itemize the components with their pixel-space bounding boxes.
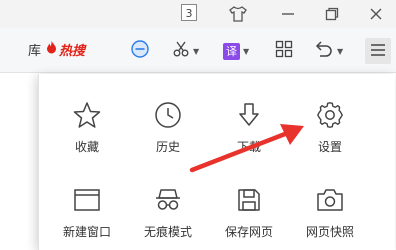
minus-circle-button[interactable] (130, 40, 150, 62)
menu-item-label: 新建窗口 (62, 225, 111, 239)
new-window-icon (52, 185, 122, 215)
clock-icon (133, 100, 203, 130)
minus-circle-icon (130, 39, 150, 63)
scissors-icon (172, 40, 190, 62)
chevron-down-icon[interactable]: ▼ (193, 47, 199, 56)
chevron-down-icon[interactable]: ▼ (243, 47, 249, 56)
flame-icon (46, 41, 57, 58)
menu-item-save-page[interactable]: 保存网页 (214, 185, 284, 240)
chevron-down-icon[interactable]: ▼ (337, 47, 343, 56)
undo-icon (314, 40, 334, 62)
save-icon (214, 185, 284, 215)
menu-item-label: 设置 (317, 140, 342, 154)
apps-grid-button[interactable] (275, 40, 293, 62)
menu-item-label: 保存网页 (224, 225, 273, 239)
camera-icon (295, 185, 365, 215)
hot-search-link[interactable]: 热搜 (46, 40, 85, 59)
truncated-text: 库 (28, 44, 42, 59)
hamburger-menu-icon (370, 42, 386, 61)
scissors-button[interactable]: ▼ (172, 40, 199, 62)
translate-button[interactable]: 译 ▼ (223, 40, 249, 62)
tab-count-badge[interactable]: 3 (181, 4, 197, 21)
menu-item-label: 历史 (155, 140, 180, 154)
incognito-icon (133, 185, 203, 215)
main-menu-button[interactable] (365, 38, 391, 64)
menu-item-settings[interactable]: 设置 (295, 100, 365, 155)
menu-item-label: 网页快照 (305, 225, 354, 239)
menu-item-history[interactable]: 历史 (133, 100, 203, 155)
restore-icon[interactable] (318, 0, 346, 28)
menu-item-incognito[interactable]: 无痕模式 (133, 185, 203, 240)
minimize-icon[interactable] (274, 0, 302, 28)
gear-icon (295, 100, 365, 130)
menu-item-snapshot[interactable]: 网页快照 (295, 185, 365, 240)
translate-icon: 译 (223, 42, 240, 60)
star-icon (52, 100, 122, 130)
menu-item-download[interactable]: 下载 (214, 100, 284, 155)
menu-item-label: 收藏 (74, 140, 99, 154)
undo-button[interactable]: ▼ (314, 40, 343, 62)
download-icon (214, 100, 284, 130)
skin-icon[interactable] (224, 0, 252, 28)
close-icon[interactable] (362, 0, 390, 28)
menu-item-new-window[interactable]: 新建窗口 (52, 185, 122, 240)
menu-item-favorites[interactable]: 收藏 (52, 100, 122, 155)
title-bar: 3 (0, 0, 396, 28)
hot-search-label: 热搜 (59, 44, 86, 59)
menu-item-label: 无痕模式 (143, 225, 192, 239)
grid-icon (275, 40, 293, 62)
menu-item-label: 下载 (236, 140, 261, 154)
